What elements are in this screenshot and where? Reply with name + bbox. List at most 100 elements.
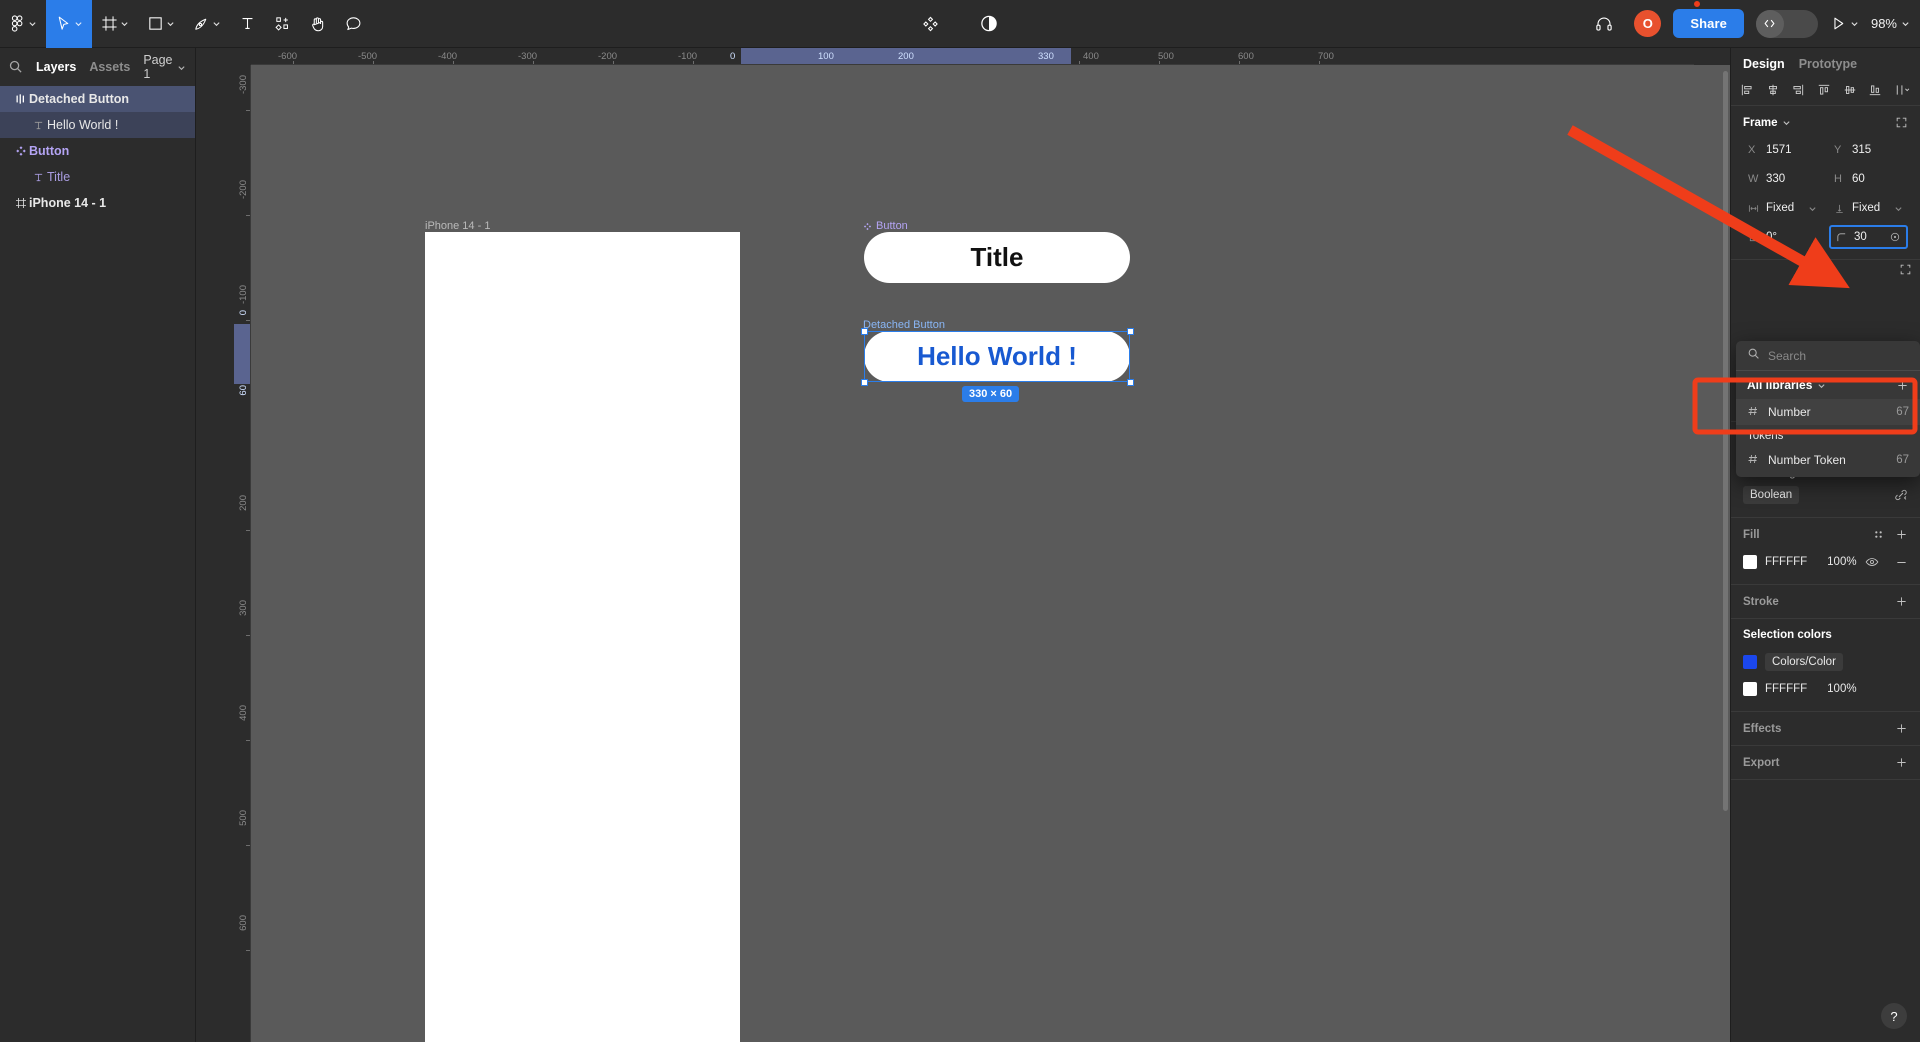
- help-button[interactable]: ?: [1881, 1003, 1907, 1029]
- fill-section-title: Fill: [1743, 528, 1760, 541]
- align-bottom-icon[interactable]: [1868, 83, 1882, 97]
- distribute-icon[interactable]: [1894, 83, 1911, 97]
- selected-frame-label[interactable]: Detached Button: [863, 319, 945, 331]
- fill-style-icon[interactable]: [1872, 528, 1885, 541]
- variable-item-number[interactable]: Number 67: [1736, 399, 1920, 425]
- fill-opacity[interactable]: 100%: [1827, 556, 1856, 568]
- plus-icon[interactable]: [1895, 756, 1908, 769]
- resize-vertical-field[interactable]: Fixed: [1829, 196, 1908, 220]
- variable-item-number-token[interactable]: Number Token 67: [1736, 447, 1920, 473]
- page-selector-label: Page 1: [143, 53, 173, 81]
- component-label-button[interactable]: Button: [863, 220, 908, 232]
- export-section-header: Export: [1743, 756, 1908, 769]
- component-label-text: Button: [876, 220, 908, 232]
- resize-handle-tr[interactable]: [1127, 328, 1134, 335]
- plus-icon[interactable]: [1895, 528, 1908, 541]
- pen-tool[interactable]: [184, 0, 230, 48]
- plus-icon[interactable]: [1895, 722, 1908, 735]
- selection-color-swatch[interactable]: [1743, 655, 1757, 669]
- tab-assets[interactable]: Assets: [89, 60, 130, 74]
- unlink-variable-icon[interactable]: [1894, 488, 1908, 502]
- align-vertical-center-icon[interactable]: [1843, 83, 1857, 97]
- rectangle-icon[interactable]: [138, 0, 184, 48]
- layer-row[interactable]: Detached Button: [0, 86, 195, 112]
- w-field[interactable]: W 330: [1743, 167, 1822, 191]
- page-selector[interactable]: Page 1: [143, 53, 189, 81]
- effects-section-title: Effects: [1743, 722, 1782, 735]
- frame-layer-icon: [12, 197, 29, 209]
- selection-color-hex[interactable]: FFFFFF: [1765, 683, 1807, 695]
- minus-icon[interactable]: [1895, 556, 1908, 569]
- frame-label-iphone[interactable]: iPhone 14 - 1: [425, 220, 490, 232]
- search-icon[interactable]: [8, 59, 23, 75]
- frame-section: Frame X 1571 Y 315 W 330 H 60 Fixed Fixe…: [1731, 106, 1920, 275]
- avatar[interactable]: O: [1634, 10, 1662, 37]
- y-label: Y: [1834, 144, 1842, 156]
- selection-color-swatch[interactable]: [1743, 682, 1757, 696]
- figma-logo-icon[interactable]: [0, 0, 46, 48]
- align-top-icon[interactable]: [1817, 83, 1831, 97]
- hand-tool[interactable]: [300, 0, 336, 48]
- comment-tool[interactable]: [336, 0, 371, 48]
- present-button[interactable]: [1830, 15, 1859, 32]
- fill-color-swatch[interactable]: [1743, 555, 1757, 569]
- independent-corners-icon[interactable]: [1889, 231, 1901, 243]
- align-right-icon[interactable]: [1791, 83, 1805, 97]
- headphones-icon[interactable]: [1586, 0, 1622, 48]
- tab-layers[interactable]: Layers: [36, 60, 76, 74]
- selection-box: [864, 331, 1130, 382]
- resize-handle-br[interactable]: [1127, 379, 1134, 386]
- expand-corners-icon[interactable]: [1895, 116, 1908, 129]
- corner-radius-field[interactable]: 30: [1829, 225, 1908, 249]
- fill-color-hex[interactable]: FFFFFF: [1765, 556, 1807, 568]
- align-horizontal-center-icon[interactable]: [1766, 83, 1780, 97]
- component-icon: [863, 222, 872, 230]
- iphone-frame[interactable]: [425, 232, 740, 1042]
- share-button[interactable]: Share: [1673, 9, 1744, 38]
- contrast-icon[interactable]: [971, 0, 1008, 48]
- h-field[interactable]: H 60: [1829, 167, 1908, 191]
- vertical-ruler[interactable]: -300 -200 -100 0 60 200 300 400 500 600: [234, 65, 251, 1042]
- resize-handle-tl[interactable]: [861, 328, 868, 335]
- resize-horizontal-icon: [1748, 203, 1761, 214]
- horizontal-ruler[interactable]: -700 -600 -500 -400 -300 -200 -100 0 100…: [196, 48, 1694, 65]
- text-tool[interactable]: [230, 0, 265, 48]
- move-tool[interactable]: [46, 0, 92, 48]
- variable-search-input[interactable]: [1768, 348, 1888, 363]
- y-field[interactable]: Y 315: [1829, 138, 1908, 162]
- all-libraries-selector[interactable]: All libraries: [1736, 371, 1920, 399]
- layer-row[interactable]: Button: [0, 138, 195, 164]
- y-value: 315: [1852, 144, 1872, 156]
- frame-section-title[interactable]: Frame: [1743, 117, 1791, 129]
- actions-icon[interactable]: [265, 0, 300, 48]
- resize-horizontal-field[interactable]: Fixed: [1743, 196, 1822, 220]
- plus-icon[interactable]: [1895, 595, 1908, 608]
- selection-color-style-chip[interactable]: Colors/Color: [1765, 653, 1843, 671]
- component-button[interactable]: Title: [864, 232, 1130, 283]
- layer-row[interactable]: Title: [0, 164, 195, 190]
- selection-color-opacity[interactable]: 100%: [1827, 683, 1856, 695]
- layer-row[interactable]: Hello World !: [0, 112, 195, 138]
- rotation-field[interactable]: 0°: [1743, 225, 1822, 249]
- selection-color-row: FFFFFF 100%: [1743, 677, 1908, 701]
- align-left-icon[interactable]: [1740, 83, 1754, 97]
- frame-tool[interactable]: [92, 0, 138, 48]
- plus-icon[interactable]: [1896, 379, 1909, 392]
- tab-prototype[interactable]: Prototype: [1799, 57, 1857, 71]
- dimension-badge: 330 × 60: [962, 386, 1020, 402]
- canvas[interactable]: iPhone 14 - 1 Button Title Detached Butt…: [251, 65, 1730, 1042]
- boolean-variable-chip[interactable]: Boolean: [1743, 486, 1800, 504]
- boolean-row: Boolean: [1743, 483, 1908, 507]
- selection-colors-title: Selection colors: [1743, 629, 1832, 641]
- frame-title-text: Frame: [1743, 116, 1778, 129]
- layer-row[interactable]: iPhone 14 - 1: [0, 190, 195, 216]
- canvas-scrollbar-vertical[interactable]: [1723, 71, 1728, 811]
- eye-icon[interactable]: [1865, 555, 1879, 569]
- tab-design[interactable]: Design: [1743, 57, 1785, 71]
- resize-handle-bl[interactable]: [861, 379, 868, 386]
- dev-mode-toggle[interactable]: [1755, 9, 1818, 38]
- clip-content-icon[interactable]: [1899, 263, 1912, 276]
- zoom-control[interactable]: 98%: [1871, 16, 1910, 31]
- components-icon[interactable]: [913, 0, 949, 48]
- x-field[interactable]: X 1571: [1743, 138, 1822, 162]
